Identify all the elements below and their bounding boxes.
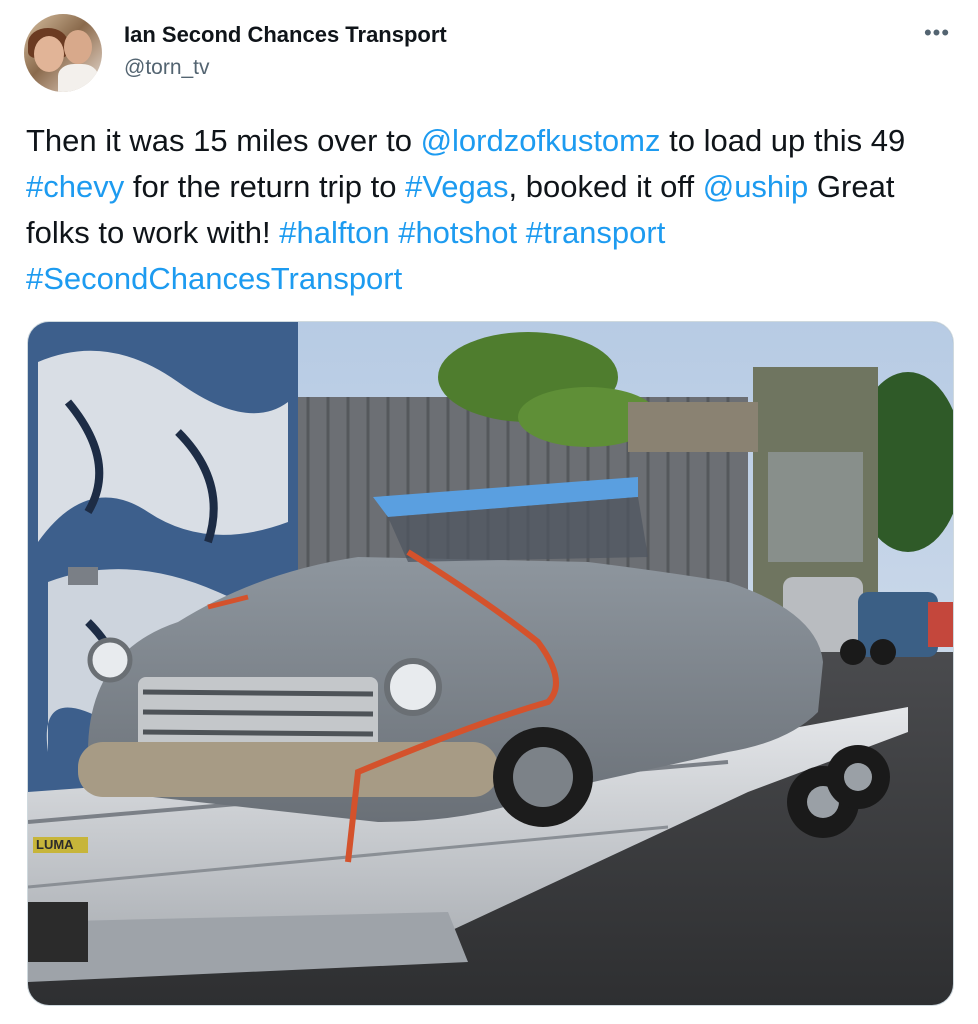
more-horizontal-icon[interactable]: ••• (920, 22, 954, 48)
hashtag-link[interactable]: #transport (526, 215, 666, 250)
author-avatar[interactable] (24, 14, 102, 92)
tweet-text: Then it was 15 miles over to @lordzofkus… (26, 118, 956, 302)
text-segment: to load up this 49 (660, 123, 906, 158)
author-name[interactable]: Ian Second Chances Transport (124, 22, 447, 48)
hashtag-link[interactable]: #halfton (279, 215, 389, 250)
hashtag-link[interactable]: #hotshot (398, 215, 517, 250)
text-segment: for the return trip to (124, 169, 406, 204)
hashtag-link[interactable]: #Vegas (405, 169, 508, 204)
hashtag-link[interactable]: #chevy (26, 169, 124, 204)
tweet: Ian Second Chances Transport @torn_tv ••… (0, 0, 978, 1024)
text-segment: , booked it off (508, 169, 703, 204)
trailer-brand-label: LUMA (36, 837, 74, 852)
hashtag-link[interactable]: #SecondChancesTransport (26, 261, 402, 296)
text-segment: Then it was 15 miles over to (26, 123, 421, 158)
mention-link[interactable]: @lordzofkustomz (421, 123, 661, 158)
author-handle[interactable]: @torn_tv (124, 56, 210, 80)
tweet-photo[interactable]: LUMA (27, 321, 954, 1006)
mention-link[interactable]: @uship (703, 169, 809, 204)
